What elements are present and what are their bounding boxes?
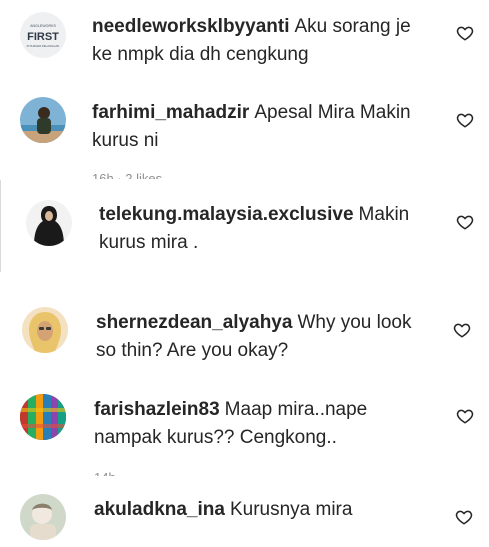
svg-text:KITA BAWA PELANGGAN: KITA BAWA PELANGGAN [27, 44, 60, 48]
comment-username[interactable]: telekung.malaysia.exclusive [99, 204, 354, 225]
comment-item: telekung.malaysia.exclusive Makin kurus m… [0, 180, 489, 290]
comment-username[interactable]: farhimi_mahadzir [92, 102, 249, 123]
comment-meta: 16h · 2 likes [92, 171, 163, 179]
comment-item: ANGLEWORKS FIRST KITA BAWA PELANGGAN nee… [0, 0, 489, 90]
avatar-photo-image [20, 494, 66, 540]
avatar-photo-image [20, 394, 66, 440]
comment-text: needleworksklbyyanti Aku sorang je ke nmp… [92, 13, 422, 69]
comment-username[interactable]: akuladkna_ina [94, 499, 225, 520]
avatar[interactable] [26, 200, 72, 246]
comment-username[interactable]: shernezdean_alyahya [96, 312, 292, 333]
comment-username[interactable]: farishazlein83 [94, 399, 220, 420]
avatar-logo-image: ANGLEWORKS FIRST KITA BAWA PELANGGAN [20, 12, 66, 58]
comment-text: farhimi_mahadzir Apesal Mira Makin kurus … [92, 99, 422, 155]
avatar[interactable] [20, 494, 66, 540]
avatar-photo-image [22, 307, 68, 353]
avatar-photo-image [20, 97, 66, 143]
heart-outline-icon[interactable] [453, 321, 471, 339]
comment-text: farishazlein83 Maap mira..nape nampak kur… [94, 396, 414, 452]
comment-text: shernezdean_alyahya Why you look so thin?… [96, 309, 436, 365]
comment-text: telekung.malaysia.exclusive Makin kurus m… [99, 201, 439, 257]
comment-body: Kurusnya mira [229, 499, 353, 520]
comment-item: shernezdean_alyahya Why you look so thin?… [0, 290, 489, 380]
heart-outline-icon[interactable] [456, 407, 474, 425]
avatar[interactable] [22, 307, 68, 353]
svg-text:FIRST: FIRST [27, 31, 59, 43]
avatar-photo-image [26, 200, 72, 246]
heart-outline-icon[interactable] [456, 24, 474, 42]
avatar[interactable] [20, 394, 66, 440]
comment-text: akuladkna_ina Kurusnya mira [94, 496, 434, 524]
heart-outline-icon[interactable] [456, 213, 474, 231]
heart-outline-icon[interactable] [456, 111, 474, 129]
svg-text:ANGLEWORKS: ANGLEWORKS [30, 24, 56, 28]
avatar[interactable]: ANGLEWORKS FIRST KITA BAWA PELANGGAN [20, 12, 66, 58]
comment-item: farhimi_mahadzir Apesal Mira Makin kurus … [0, 90, 489, 180]
comment-item: akuladkna_ina Kurusnya mira [0, 475, 489, 547]
comment-item: farishazlein83 Maap mira..nape nampak kur… [0, 380, 489, 476]
heart-outline-icon[interactable] [455, 508, 473, 526]
avatar[interactable] [20, 97, 66, 143]
comment-username[interactable]: needleworksklbyyanti [92, 16, 289, 37]
